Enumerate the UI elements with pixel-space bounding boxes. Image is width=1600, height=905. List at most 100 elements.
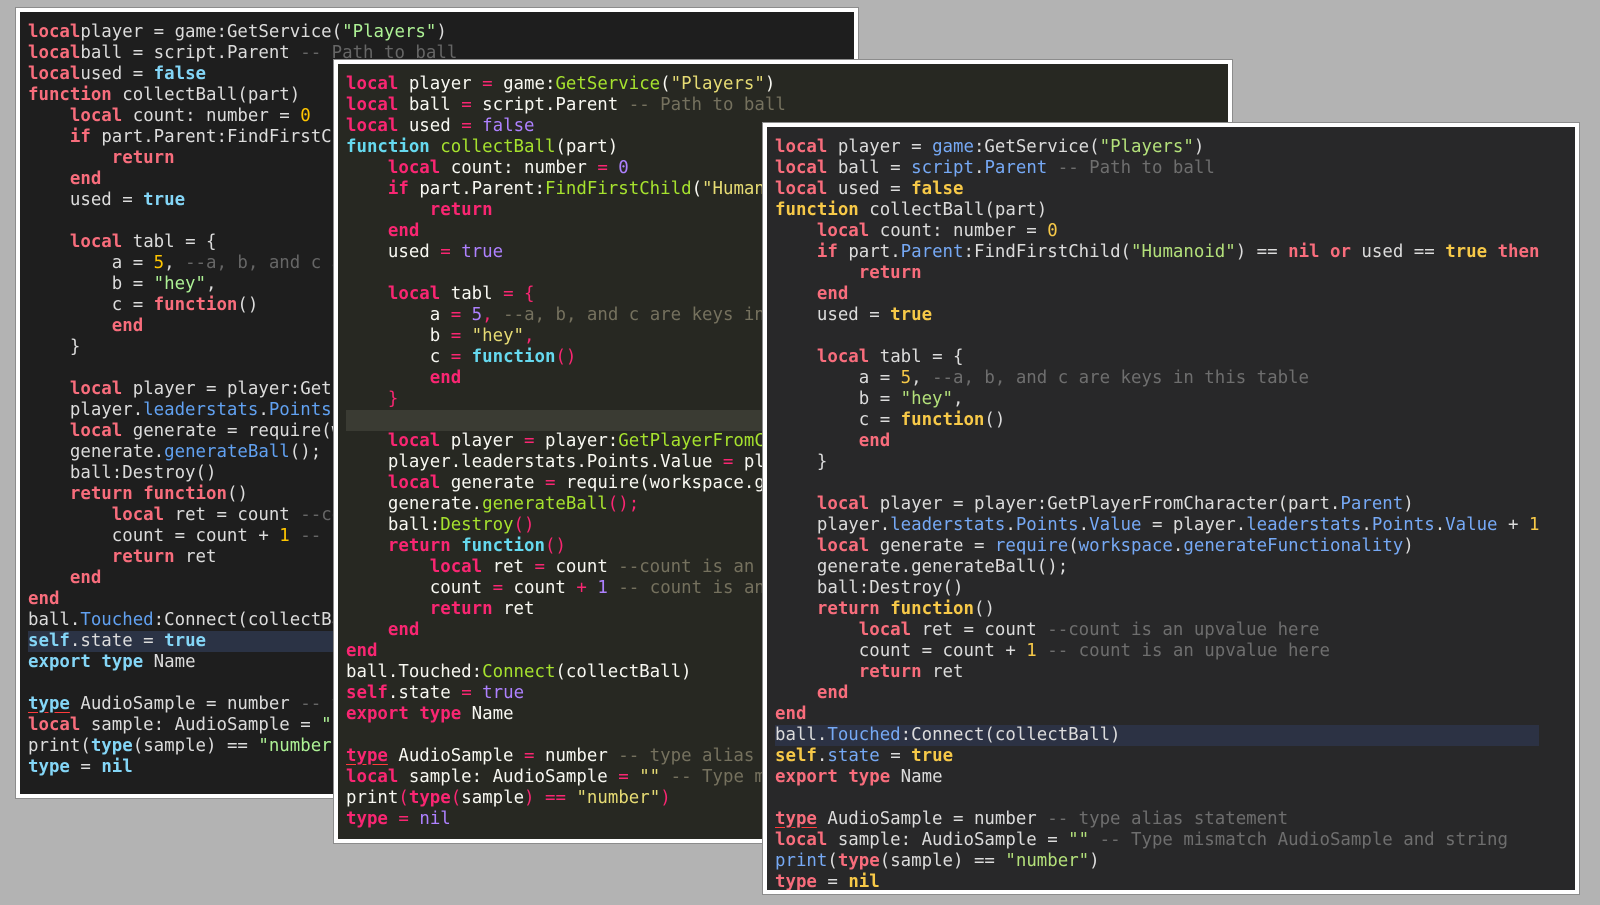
code-token: script	[911, 158, 974, 178]
code-token: 1	[1528, 515, 1540, 535]
code-token: :GetService(	[973, 137, 1100, 157]
code-token: function	[143, 484, 227, 504]
code-token: return	[387, 536, 451, 556]
code-token: Points	[1015, 515, 1079, 535]
code-token: ,	[911, 368, 933, 388]
code-token: "number"	[1005, 851, 1090, 871]
code-token: local	[775, 137, 828, 157]
code-token: tabl = {	[122, 232, 217, 252]
code-token: b =	[28, 274, 154, 294]
code-token: "Humanoid"	[1131, 242, 1236, 262]
code-token: )	[1403, 536, 1414, 556]
code-token: ball	[398, 95, 462, 115]
code-token: function	[775, 200, 859, 220]
code-token: =	[722, 452, 734, 472]
code-token: function	[890, 599, 974, 619]
code-token: c =	[775, 410, 901, 430]
code-token: GetService	[555, 74, 661, 94]
code-token: .	[1005, 515, 1016, 535]
code-token: (part)	[555, 137, 619, 157]
code-token: export	[346, 704, 409, 724]
code-token: end	[816, 683, 849, 703]
code-token: )	[764, 74, 776, 94]
code-token: =	[461, 95, 472, 115]
code-token: local	[387, 473, 441, 493]
code-line: }	[775, 452, 1539, 473]
code-token: type	[28, 757, 70, 777]
code-token: part.	[837, 242, 901, 262]
code-token: end	[858, 431, 891, 451]
code-token: +	[576, 578, 587, 598]
code-token: number	[534, 746, 619, 766]
code-token: type	[101, 652, 144, 672]
code-token: type	[408, 788, 451, 808]
code-token: =	[524, 746, 535, 766]
code-token: local	[429, 557, 483, 577]
code-token: ()	[226, 484, 248, 504]
code-token: game:	[492, 74, 556, 94]
code-token: Name	[890, 767, 943, 787]
code-line: end	[775, 704, 1539, 725]
code-token: 5	[900, 368, 912, 388]
code-token: export	[28, 652, 91, 672]
code-token: 0	[618, 158, 629, 178]
code-token: player = player:GetPlayerFromCharacter(p…	[869, 494, 1341, 514]
code-token: used ==	[1350, 242, 1446, 262]
code-line: local generate = require(workspace.gener…	[775, 536, 1539, 557]
code-token: local	[387, 284, 441, 304]
code-token: local	[387, 431, 441, 451]
code-token: a =	[775, 368, 901, 388]
code-token: ,	[164, 253, 186, 273]
code-token: type	[775, 872, 817, 892]
code-token: .	[1172, 536, 1184, 556]
code-token: ret = count	[164, 505, 301, 525]
code-token: require	[994, 536, 1069, 556]
code-token: =	[597, 158, 608, 178]
code-token: ==	[545, 788, 566, 808]
code-token: self	[28, 631, 70, 651]
code-token: FindFirstChild	[544, 179, 692, 199]
code-token: tabl	[440, 284, 504, 304]
code-token: .	[1078, 515, 1090, 535]
code-token: -- Type mismatch AudioSample and string	[1099, 830, 1508, 850]
code-line: local count: number = 0	[775, 221, 1539, 242]
code-token: =	[461, 116, 472, 136]
code-token: 5	[471, 305, 483, 325]
code-token: ball:	[346, 515, 441, 535]
code-token: local	[69, 106, 123, 126]
code-token: type	[419, 704, 462, 724]
code-token: false	[482, 116, 535, 136]
code-token: generate	[440, 473, 545, 493]
code-token: print	[775, 851, 828, 871]
code-token: Parent	[984, 158, 1048, 178]
code-token: local	[111, 505, 165, 525]
code-token: player =	[827, 137, 933, 157]
code-token: type	[775, 809, 817, 829]
code-token: local	[816, 221, 870, 241]
code-token: -- count is an upvalue here	[1047, 641, 1330, 661]
code-line: local player = player:GetPlayerFromChara…	[775, 494, 1539, 515]
code-token: local	[816, 494, 870, 514]
code-token: .	[258, 400, 269, 420]
code-token: used =	[80, 64, 154, 84]
code-token: count = count +	[775, 641, 1027, 661]
code-line: local player = game:GetService("Players"…	[775, 137, 1539, 158]
code-token: true	[164, 631, 207, 651]
code-token: ""	[1068, 830, 1090, 850]
code-token: =	[879, 746, 912, 766]
code-token: =	[492, 578, 504, 598]
